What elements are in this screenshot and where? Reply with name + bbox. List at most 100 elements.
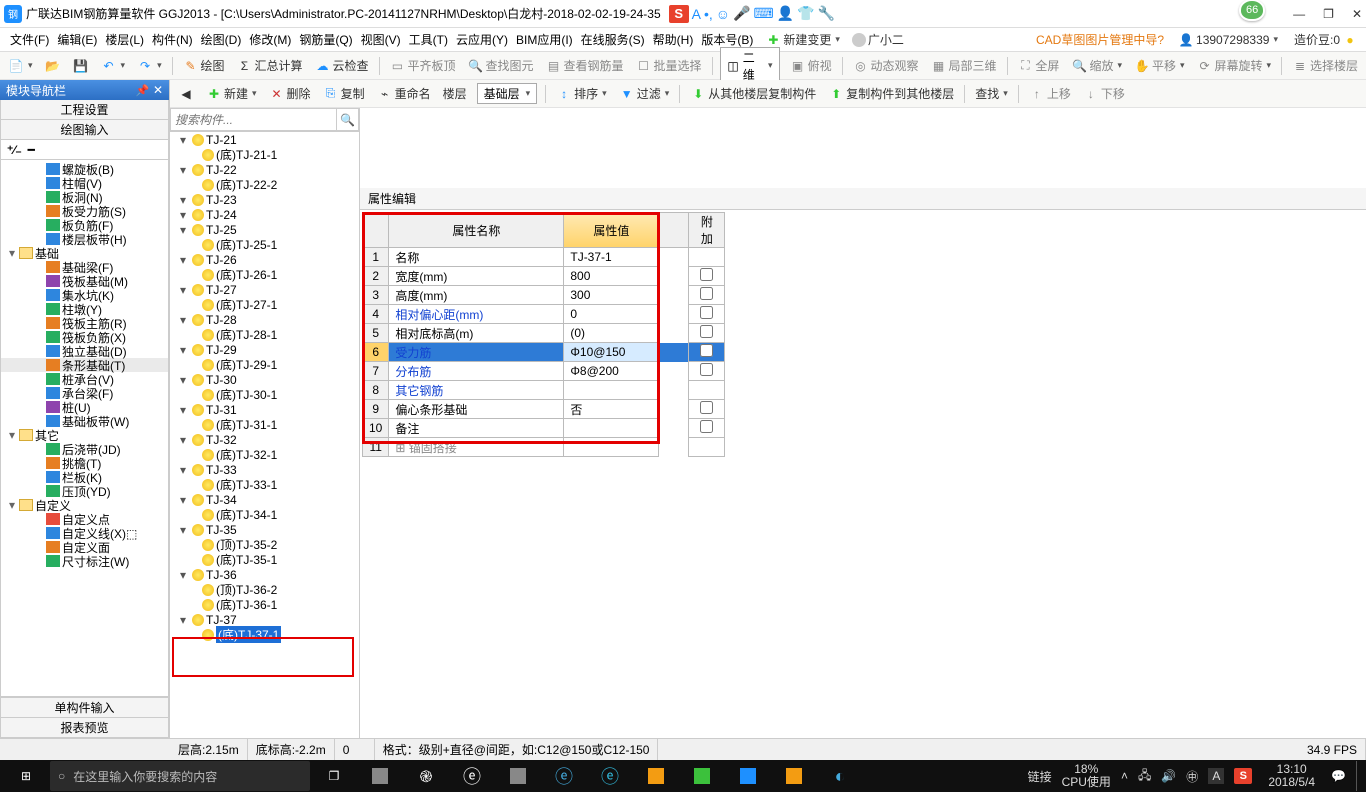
- cloud-check-button[interactable]: ☁云检查: [313, 56, 371, 75]
- component-parent-node[interactable]: ▾TJ-31: [170, 402, 359, 417]
- search-button[interactable]: 查找▾: [973, 84, 1010, 103]
- ime-mic-icon[interactable]: 🎤: [733, 5, 750, 22]
- component-leaf-node[interactable]: (底)TJ-34-1: [170, 507, 359, 522]
- select-floor-button[interactable]: ≣选择楼层: [1290, 56, 1360, 75]
- component-parent-node[interactable]: ▾TJ-29: [170, 342, 359, 357]
- ime-dot-icon[interactable]: •,: [704, 6, 713, 22]
- taskbar-search[interactable]: ○ 在这里输入你要搜索的内容: [50, 761, 310, 791]
- badge-icon[interactable]: 66: [1239, 0, 1265, 21]
- component-parent-node[interactable]: ▾TJ-28: [170, 312, 359, 327]
- tb-app-5[interactable]: ⓔ: [542, 761, 586, 791]
- addon-checkbox[interactable]: [700, 363, 713, 376]
- addon-checkbox[interactable]: [700, 306, 713, 319]
- fullscreen-button[interactable]: ⛶全屏: [1015, 56, 1061, 75]
- nav-tree-node[interactable]: 基础板带(W): [1, 414, 168, 428]
- tray-up-icon[interactable]: ˄: [1121, 769, 1128, 783]
- rotate-button[interactable]: ⟳屏幕旋转▾: [1195, 56, 1274, 75]
- cad-link[interactable]: CAD草图图片管理中导?: [1036, 31, 1164, 48]
- menu-item[interactable]: 在线服务(S): [577, 31, 649, 49]
- property-row[interactable]: 4相对偏心距(mm)0: [363, 305, 725, 324]
- nav-project-settings[interactable]: 工程设置: [0, 100, 169, 120]
- user-menu[interactable]: 广小二: [850, 30, 906, 49]
- tray-notifications-icon[interactable]: 💬: [1331, 769, 1346, 783]
- tb-app-8[interactable]: [680, 761, 724, 791]
- tray-s-icon[interactable]: S: [1234, 768, 1252, 784]
- nav-tree-node[interactable]: 楼层板带(H): [1, 232, 168, 246]
- property-table[interactable]: 属性名称 属性值 附加 1名称TJ-37-12宽度(mm)8003高度(mm)3…: [362, 212, 725, 457]
- component-parent-node[interactable]: ▾TJ-34: [170, 492, 359, 507]
- menu-item[interactable]: 钢筋量(Q): [295, 31, 356, 49]
- zoom-button[interactable]: 🔍缩放▾: [1069, 56, 1124, 75]
- ime-smile-icon[interactable]: ☺: [716, 6, 730, 22]
- component-leaf-node[interactable]: (顶)TJ-36-2: [170, 582, 359, 597]
- start-button[interactable]: ⊞: [4, 761, 48, 791]
- menu-item[interactable]: 楼层(L): [101, 31, 148, 49]
- component-leaf-node[interactable]: (底)TJ-32-1: [170, 447, 359, 462]
- component-leaf-node[interactable]: (底)TJ-27-1: [170, 297, 359, 312]
- new-component-button[interactable]: ✚新建▾: [204, 84, 259, 103]
- menu-item[interactable]: 云应用(Y): [452, 31, 512, 49]
- property-row[interactable]: 2宽度(mm)800: [363, 267, 725, 286]
- tray-cpu[interactable]: 18%CPU使用: [1062, 763, 1111, 789]
- property-row[interactable]: 10备注: [363, 419, 725, 438]
- move-up-button[interactable]: ↑上移: [1027, 84, 1073, 103]
- maximize-button[interactable]: ❐: [1323, 7, 1334, 21]
- menu-item[interactable]: BIM应用(I): [512, 31, 577, 49]
- move-down-button[interactable]: ↓下移: [1081, 84, 1127, 103]
- tb-app-10[interactable]: [772, 761, 816, 791]
- ime-wrench-icon[interactable]: 🔧: [818, 5, 835, 22]
- tb-app-6[interactable]: ⓔ: [588, 761, 632, 791]
- redo-button[interactable]: ↷▾: [135, 57, 164, 75]
- copy-to-floor-button[interactable]: ⬆复制构件到其他楼层: [826, 84, 956, 103]
- tb-app-7[interactable]: [634, 761, 678, 791]
- component-parent-node[interactable]: ▾TJ-37: [170, 612, 359, 627]
- sum-button[interactable]: Σ汇总计算: [235, 56, 305, 75]
- menu-item[interactable]: 修改(M): [245, 31, 295, 49]
- addon-checkbox[interactable]: [700, 287, 713, 300]
- component-parent-node[interactable]: ▾TJ-35: [170, 522, 359, 537]
- property-row[interactable]: 1名称TJ-37-1: [363, 248, 725, 267]
- property-row[interactable]: 8其它钢筋: [363, 381, 725, 400]
- pan-button[interactable]: ✋平移▾: [1132, 56, 1187, 75]
- component-leaf-node[interactable]: (底)TJ-33-1: [170, 477, 359, 492]
- phone-display[interactable]: 👤13907298339▾: [1176, 31, 1280, 49]
- property-row[interactable]: 6受力筋Φ10@150: [363, 343, 725, 362]
- tb-app-2[interactable]: ֎: [404, 761, 448, 791]
- component-leaf-node[interactable]: (底)TJ-26-1: [170, 267, 359, 282]
- ime-a-icon[interactable]: A: [692, 6, 701, 22]
- price-display[interactable]: 造价豆:0●: [1292, 30, 1360, 49]
- component-leaf-node[interactable]: (底)TJ-31-1: [170, 417, 359, 432]
- tb-nav-left[interactable]: ◀: [176, 85, 196, 103]
- component-leaf-node[interactable]: (底)TJ-25-1: [170, 237, 359, 252]
- component-leaf-node[interactable]: (底)TJ-37-1: [170, 627, 359, 642]
- show-desktop[interactable]: [1356, 761, 1362, 791]
- copy-button[interactable]: ⎘复制: [321, 84, 367, 103]
- menu-item[interactable]: 文件(F): [6, 31, 53, 49]
- task-view-button[interactable]: ❐: [312, 761, 356, 791]
- search-input[interactable]: [170, 108, 337, 131]
- flat-top-button[interactable]: ▭平齐板顶: [387, 56, 457, 75]
- menu-item[interactable]: 编辑(E): [53, 31, 101, 49]
- tray-network-icon[interactable]: 🖧: [1138, 766, 1151, 787]
- component-tree[interactable]: ▾TJ-21(底)TJ-21-1▾TJ-22(底)TJ-22-2▾TJ-23▾T…: [170, 132, 359, 714]
- batch-select-button[interactable]: ☐批量选择: [634, 56, 704, 75]
- ime-s-icon[interactable]: S: [669, 5, 689, 23]
- component-parent-node[interactable]: ▾TJ-36: [170, 567, 359, 582]
- component-leaf-node[interactable]: (底)TJ-28-1: [170, 327, 359, 342]
- menu-item[interactable]: 构件(N): [148, 31, 197, 49]
- component-parent-node[interactable]: ▾TJ-27: [170, 282, 359, 297]
- component-leaf-node[interactable]: (底)TJ-30-1: [170, 387, 359, 402]
- property-row[interactable]: 5相对底标高(m)(0): [363, 324, 725, 343]
- tb-app-4[interactable]: [496, 761, 540, 791]
- addon-checkbox[interactable]: [700, 325, 713, 338]
- component-parent-node[interactable]: ▾TJ-22: [170, 162, 359, 177]
- tray-clock[interactable]: 13:102018/5/4: [1262, 763, 1321, 789]
- component-leaf-node[interactable]: (底)TJ-35-1: [170, 552, 359, 567]
- property-row[interactable]: 9偏心条形基础否: [363, 400, 725, 419]
- ime-person-icon[interactable]: 👤: [777, 5, 794, 22]
- addon-checkbox[interactable]: [700, 268, 713, 281]
- menu-item[interactable]: 视图(V): [357, 31, 405, 49]
- property-row[interactable]: 7分布筋Φ8@200: [363, 362, 725, 381]
- tb-app-9[interactable]: [726, 761, 770, 791]
- search-go-button[interactable]: 🔍: [337, 108, 359, 131]
